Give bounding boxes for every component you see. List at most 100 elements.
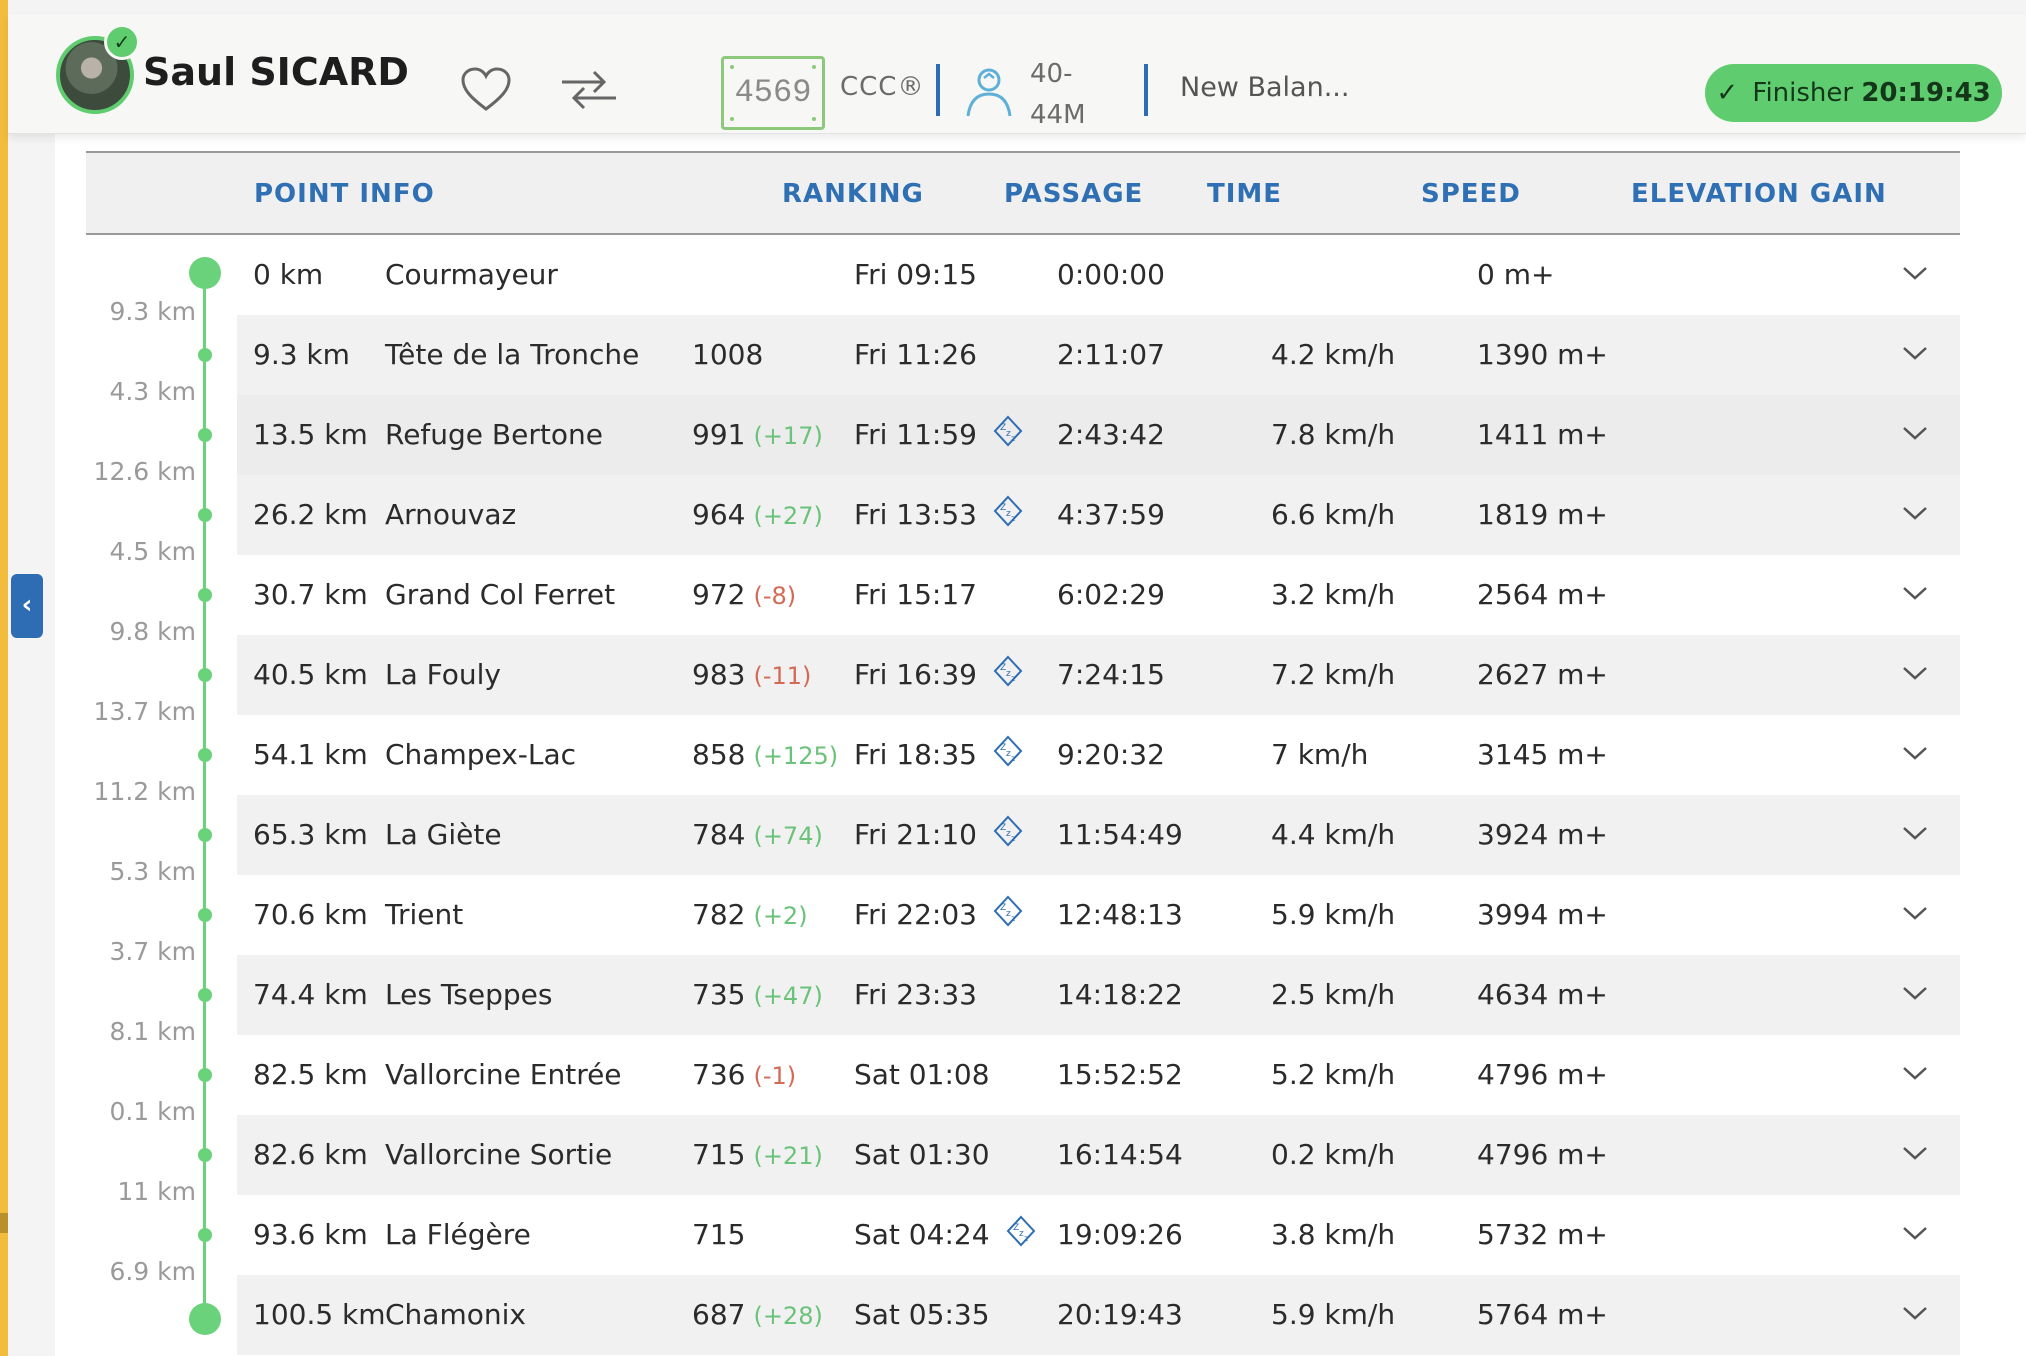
table-row[interactable]: 82.5 km Vallorcine Entrée 736 (-1) Sat 01:08… — [237, 1035, 1960, 1115]
chevron-down-icon[interactable] — [1901, 419, 1929, 447]
chevron-down-icon[interactable] — [1901, 1219, 1929, 1247]
table-row[interactable]: 0 km Courmayeur Fri 09:15 0:00:00 0 m+ — [237, 235, 1960, 315]
segment-distance: 4.5 km — [109, 537, 196, 566]
table-row[interactable]: 54.1 km Champex-Lac 858 (+125) Fri 18:35 Zz z 9… — [237, 715, 1960, 795]
ranking-delta: (-1) — [753, 1062, 797, 1090]
ranking-cell: 964 (+27) — [692, 475, 823, 556]
time-value: 14:18:22 — [1057, 978, 1183, 1011]
speed-value: 5.9 km/h — [1271, 1298, 1396, 1331]
rest-zzz-icon: Zzz — [991, 719, 1025, 767]
chevron-down-icon[interactable] — [1901, 259, 1929, 287]
table-row[interactable]: 9.3 km Tête de la Tronche 1008 Fri 11:26 2:1… — [237, 315, 1960, 395]
svg-text:z: z — [1011, 754, 1015, 763]
chevron-down-icon[interactable] — [1901, 1139, 1929, 1167]
ranking-value: 991 — [692, 418, 746, 451]
ranking-delta: (+21) — [753, 1142, 823, 1170]
chevron-down-icon[interactable] — [1901, 899, 1929, 927]
svg-text:z: z — [1011, 834, 1015, 843]
point-km: 70.6 km — [253, 898, 368, 931]
speed-value: 5.9 km/h — [1271, 898, 1396, 931]
ranking-cell: 858 (+125) — [692, 715, 838, 796]
time-value: 2:43:42 — [1057, 418, 1165, 451]
left-accent-bar — [0, 0, 8, 1356]
elevation-value: 3924 m+ — [1477, 818, 1608, 851]
segment-distance: 12.6 km — [93, 457, 196, 486]
ranking-cell: 735 (+47) — [692, 955, 823, 1036]
chevron-down-icon[interactable] — [1901, 1059, 1929, 1087]
ranking-delta: (+27) — [753, 502, 823, 530]
timeline-dot — [197, 828, 212, 842]
speed-value: 3.8 km/h — [1271, 1218, 1396, 1251]
ranking-value: 858 — [692, 738, 746, 771]
chevron-down-icon[interactable] — [1901, 739, 1929, 767]
segment-distance: 9.8 km — [109, 617, 196, 646]
chevron-down-icon[interactable] — [1901, 979, 1929, 1007]
col-ranking[interactable]: RANKING — [782, 179, 924, 209]
point-km: 9.3 km — [253, 338, 350, 371]
col-speed[interactable]: SPEED — [1421, 179, 1521, 209]
finisher-badge: ✓ Finisher 20:19:43 — [1705, 64, 2002, 122]
svg-text:z: z — [1011, 514, 1015, 523]
segment-distance: 5.3 km — [109, 857, 196, 886]
passage-cell: Fri 22:03 Zz z — [854, 875, 1025, 955]
ranking-value: 715 — [692, 1138, 746, 1171]
table-row[interactable]: 70.6 km Trient 782 (+2) Fri 22:03 Zz z 12:48:13… — [237, 875, 1960, 955]
elevation-value: 0 m+ — [1477, 258, 1555, 291]
segment-distance: 8.1 km — [109, 1017, 196, 1046]
table-row[interactable]: 30.7 km Grand Col Ferret 972 (-8) Fri 15:17 6… — [237, 555, 1960, 635]
point-km: 100.5 km — [253, 1298, 386, 1331]
passage-value: Fri 11:59 — [854, 418, 977, 451]
bib-value: 4569 — [734, 74, 812, 111]
svg-text:z: z — [1011, 674, 1015, 683]
svg-text:z: z — [1011, 434, 1015, 443]
ranking-delta: (+2) — [753, 902, 808, 930]
athlete-header: ✓ Saul SICARD 4569 CCC® 40-44M New Balan… — [8, 14, 2026, 134]
table-row[interactable]: 74.4 km Les Tseppes 735 (+47) Fri 23:33 14:18… — [237, 955, 1960, 1035]
passage-value: Fri 23:33 — [854, 978, 977, 1011]
timeline-dot — [197, 1068, 212, 1082]
timeline-dot — [197, 348, 212, 362]
chevron-down-icon[interactable] — [1901, 579, 1929, 607]
elevation-value: 1819 m+ — [1477, 498, 1608, 531]
chevron-down-icon[interactable] — [1901, 659, 1929, 687]
race-code: CCC® — [840, 72, 925, 102]
point-name: La Fouly — [385, 658, 501, 691]
table-row[interactable]: 13.5 km Refuge Bertone 991 (+17) Fri 11:59 Zz… — [237, 395, 1960, 475]
speed-value: 2.5 km/h — [1271, 978, 1396, 1011]
ranking-value: 687 — [692, 1298, 746, 1331]
finisher-label: Finisher — [1752, 78, 1854, 108]
passage-cell: Fri 11:59 Zz z — [854, 395, 1025, 475]
elevation-value: 3994 m+ — [1477, 898, 1608, 931]
chevron-down-icon[interactable] — [1901, 819, 1929, 847]
speed-value: 7.2 km/h — [1271, 658, 1396, 691]
table-row[interactable]: 65.3 km La Giète 784 (+74) Fri 21:10 Zz z 11:54… — [237, 795, 1960, 875]
course-timeline: 9.3 km 4.3 km 12.6 km 4.5 km 9.8 km 13.7 km 11… — [86, 235, 236, 1356]
chevron-down-icon[interactable] — [1901, 1299, 1929, 1327]
chevron-down-icon[interactable] — [1901, 499, 1929, 527]
elevation-value: 4796 m+ — [1477, 1058, 1608, 1091]
col-time[interactable]: TIME — [1207, 179, 1282, 209]
timeline-dot — [197, 1228, 212, 1242]
col-elevation[interactable]: ELEVATION GAIN — [1631, 179, 1887, 209]
collapse-sidebar-button[interactable]: ‹ — [11, 574, 43, 638]
chevron-down-icon[interactable] — [1901, 339, 1929, 367]
time-value: 15:52:52 — [1057, 1058, 1183, 1091]
col-passage[interactable]: PASSAGE — [1004, 179, 1143, 209]
compare-icon[interactable] — [560, 66, 618, 114]
heart-icon[interactable] — [460, 66, 512, 112]
elevation-value: 1411 m+ — [1477, 418, 1608, 451]
table-row[interactable]: 93.6 km La Flégère 715 Sat 04:24 Zz z 19:09:26… — [237, 1195, 1960, 1275]
table-row[interactable]: 82.6 km Vallorcine Sortie 715 (+21) Sat 01:3… — [237, 1115, 1960, 1195]
ranking-cell: 983 (-11) — [692, 635, 811, 716]
table-row[interactable]: 100.5 km Chamonix 687 (+28) Sat 05:35 20:19:4… — [237, 1275, 1960, 1355]
passage-cell: Fri 11:26 — [854, 315, 977, 395]
passage-cell: Fri 18:35 Zz z — [854, 715, 1025, 795]
col-point-info[interactable]: POINT INFO — [254, 179, 435, 209]
table-row[interactable]: 26.2 km Arnouvaz 964 (+27) Fri 13:53 Zz z 4:37:… — [237, 475, 1960, 555]
passage-value: Fri 22:03 — [854, 898, 977, 931]
table-row[interactable]: 40.5 km La Fouly 983 (-11) Fri 16:39 Zz z 7:24:… — [237, 635, 1960, 715]
time-value: 9:20:32 — [1057, 738, 1165, 771]
rest-zzz-icon: Zzz — [991, 639, 1025, 687]
team-name: New Balan... — [1180, 72, 1350, 103]
passage-cell: Fri 15:17 — [854, 555, 977, 635]
